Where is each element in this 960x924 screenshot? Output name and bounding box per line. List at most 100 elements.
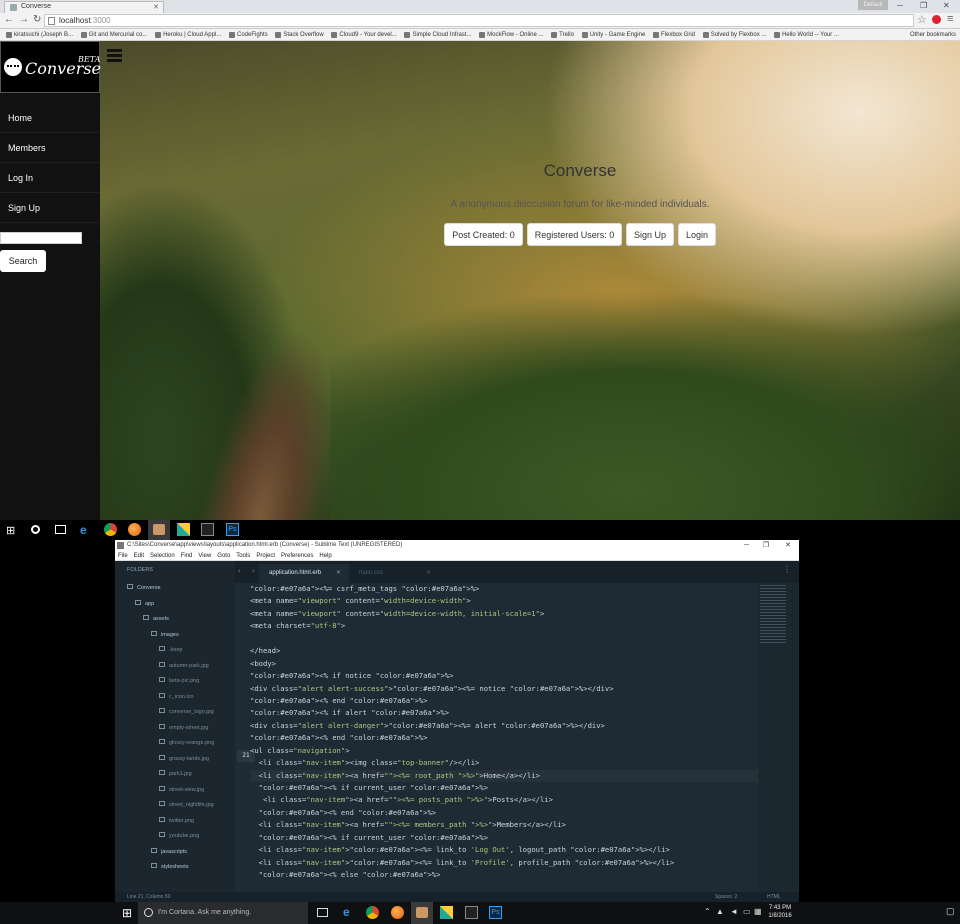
folder-tree-item[interactable]: street_nightlife.jpg	[115, 798, 235, 814]
folder-tree-item[interactable]: grassy-lands.jpg	[115, 752, 235, 768]
address-bar[interactable]: localhost:3000	[44, 14, 914, 27]
bookmark-item[interactable]: CodeFights	[229, 29, 268, 40]
folder-tree-item[interactable]: stylesheets	[115, 860, 235, 876]
network-icon[interactable]: ▲	[716, 907, 724, 916]
forward-icon[interactable]: →	[19, 14, 29, 25]
bookmark-item[interactable]: kiratsuchi (Joseph B...	[6, 29, 73, 40]
tab-prev-icon[interactable]: ‹	[238, 566, 241, 575]
menu-view[interactable]: View	[198, 553, 211, 559]
windows-start-icon[interactable]: ⊞	[6, 524, 15, 537]
bookmark-item[interactable]: Heroku | Cloud Appl...	[155, 29, 221, 40]
bookmark-item[interactable]: Stack Overflow	[275, 29, 324, 40]
nav-signup[interactable]: Sign Up	[0, 193, 100, 223]
close-window-icon[interactable]: ✕	[943, 0, 950, 11]
search-button[interactable]: Search	[0, 250, 46, 272]
firefox-icon[interactable]	[391, 906, 404, 919]
menu-edit[interactable]: Edit	[134, 553, 144, 559]
bookmark-star-icon[interactable]: ☆	[917, 13, 927, 26]
code-area[interactable]: "color:#e07a6a"><%= csrf_meta_tags "colo…	[250, 583, 758, 892]
tab-menu-icon[interactable]: ⋮	[783, 565, 791, 574]
bookmark-item[interactable]: Flexbox Grid	[653, 29, 695, 40]
folder-tree-item[interactable]: beta-pic.png	[115, 674, 235, 690]
message-icon[interactable]: ▭	[743, 907, 751, 916]
status-spaces[interactable]: Spaces: 2	[715, 892, 737, 902]
menu-file[interactable]: File	[118, 553, 128, 559]
registered-users-button[interactable]: Registered Users: 0	[527, 223, 622, 246]
hamburger-menu-icon[interactable]	[107, 49, 123, 63]
folder-tree-item[interactable]: twitter.png	[115, 814, 235, 830]
search-input[interactable]	[0, 232, 82, 244]
login-button[interactable]: Login	[678, 223, 716, 246]
folder-tree-item[interactable]: .keep	[115, 643, 235, 659]
reload-icon[interactable]: ↻	[33, 14, 41, 25]
bookmark-item[interactable]: Git and Mercurial co...	[80, 29, 147, 40]
chrome-icon[interactable]	[104, 523, 117, 536]
terminal-icon[interactable]	[201, 523, 214, 536]
windows-start-icon[interactable]: ⊞	[122, 906, 132, 920]
chrome-icon[interactable]	[366, 906, 379, 919]
folder-tree-item[interactable]: c_icon.ico	[115, 690, 235, 706]
folder-tree-item[interactable]: autumn-park.jpg	[115, 659, 235, 675]
bookmark-item[interactable]: Trello	[551, 29, 574, 40]
signup-button[interactable]: Sign Up	[626, 223, 674, 246]
minimap[interactable]	[758, 583, 798, 892]
other-bookmarks[interactable]: Other bookmarks	[910, 29, 956, 40]
close-tab-icon[interactable]: ✕	[426, 564, 431, 583]
folder-tree-item[interactable]: Converse	[115, 581, 235, 597]
tab-main-css[interactable]: main.css ✕	[349, 564, 439, 583]
menu-icon[interactable]: ≡	[947, 13, 953, 25]
sublime-restore-icon[interactable]: ❐	[763, 540, 769, 551]
menu-preferences[interactable]: Preferences	[281, 553, 313, 559]
sublime-taskbar-item[interactable]	[411, 902, 433, 924]
minimize-icon[interactable]: ─	[897, 0, 903, 11]
bookmark-item[interactable]: Unity - Game Engine	[581, 29, 645, 40]
folder-tree-item[interactable]: converse_logo.jpg	[115, 705, 235, 721]
edge-icon[interactable]: e	[80, 523, 87, 537]
tray-chevron-icon[interactable]: ⌃	[704, 907, 711, 916]
menu-tools[interactable]: Tools	[236, 553, 250, 559]
nav-members[interactable]: Members	[0, 133, 100, 163]
terminal-icon[interactable]	[465, 906, 478, 919]
status-syntax[interactable]: HTML	[767, 892, 781, 902]
bookmark-item[interactable]: Hello World -- Your ...	[774, 29, 839, 40]
profile-chip[interactable]: Default	[858, 0, 888, 10]
folder-tree-item[interactable]: glossy-orange.png	[115, 736, 235, 752]
nav-login[interactable]: Log In	[0, 163, 100, 193]
menu-selection[interactable]: Selection	[150, 553, 175, 559]
folder-tree-item[interactable]: images	[115, 628, 235, 644]
bookmark-item[interactable]: Cloud9 - Your devel...	[331, 29, 397, 40]
firefox-icon[interactable]	[128, 523, 141, 536]
sublime-minimize-icon[interactable]: ─	[744, 540, 749, 551]
menu-find[interactable]: Find	[181, 553, 193, 559]
folder-tree-item[interactable]: park1.jpg	[115, 767, 235, 783]
task-view-icon[interactable]	[317, 908, 328, 917]
bookmark-item[interactable]: Solved by Flexbox ...	[702, 29, 766, 40]
volume-icon[interactable]: ◄	[730, 907, 738, 916]
browser-tab[interactable]: Converse ✕	[4, 1, 164, 13]
sublime-close-icon[interactable]: ✕	[785, 540, 791, 551]
clock[interactable]: 7:43 PM 1/8/2016	[765, 904, 795, 920]
posts-created-button[interactable]: Post Created: 0	[444, 223, 523, 246]
git-icon[interactable]	[440, 906, 453, 919]
folder-tree-item[interactable]: empty-street.jpg	[115, 721, 235, 737]
extension-icon[interactable]	[932, 15, 941, 24]
sublime-taskbar-item[interactable]	[148, 520, 170, 540]
folder-tree-item[interactable]: street-view.jpg	[115, 783, 235, 799]
brand-logo[interactable]: Converse BETA	[0, 41, 101, 93]
restore-icon[interactable]: ❐	[920, 0, 927, 11]
menu-project[interactable]: Project	[256, 553, 275, 559]
back-icon[interactable]: ←	[4, 14, 14, 25]
bookmark-item[interactable]: Simple Cloud Infrast...	[404, 29, 471, 40]
tab-next-icon[interactable]: ›	[252, 566, 255, 575]
folder-tree-item[interactable]: javascripts	[115, 845, 235, 861]
folder-tree-item[interactable]: youtube.png	[115, 829, 235, 845]
edge-icon[interactable]: e	[343, 905, 350, 919]
folder-tree-item[interactable]: assets	[115, 612, 235, 628]
nav-home[interactable]: Home	[0, 103, 100, 133]
photoshop-icon[interactable]: Ps	[489, 906, 502, 919]
notifications-icon[interactable]: ▢	[946, 906, 955, 917]
close-tab-icon[interactable]: ✕	[336, 564, 341, 583]
folder-tree-item[interactable]: app	[115, 597, 235, 613]
git-icon[interactable]	[177, 523, 190, 536]
cortana-search-box[interactable]: I'm Cortana. Ask me anything.	[138, 902, 308, 924]
